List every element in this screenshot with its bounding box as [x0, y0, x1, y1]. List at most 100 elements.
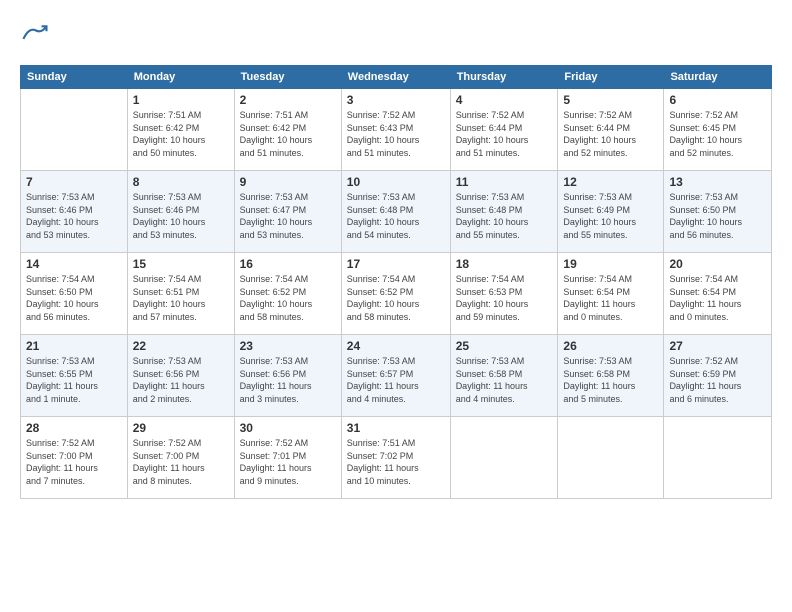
- day-info: Sunrise: 7:52 AM Sunset: 7:01 PM Dayligh…: [240, 437, 336, 487]
- day-number: 14: [26, 257, 122, 271]
- day-number: 3: [347, 93, 445, 107]
- day-info: Sunrise: 7:53 AM Sunset: 6:48 PM Dayligh…: [456, 191, 553, 241]
- day-number: 30: [240, 421, 336, 435]
- day-header-saturday: Saturday: [664, 66, 772, 89]
- page: SundayMondayTuesdayWednesdayThursdayFrid…: [0, 0, 792, 612]
- logo-icon: [22, 20, 50, 48]
- calendar-cell: 14 Sunrise: 7:54 AM Sunset: 6:50 PM Dayli…: [21, 253, 128, 335]
- day-info: Sunrise: 7:52 AM Sunset: 6:44 PM Dayligh…: [456, 109, 553, 159]
- calendar-week-row: 28 Sunrise: 7:52 AM Sunset: 7:00 PM Dayli…: [21, 417, 772, 499]
- day-number: 10: [347, 175, 445, 189]
- calendar-cell: 19Sunrise: 7:54 AM Sunset: 6:54 PM Dayli…: [558, 253, 664, 335]
- day-info: Sunrise: 7:54 AM Sunset: 6:52 PM Dayligh…: [347, 273, 445, 323]
- day-info: Sunrise: 7:52 AM Sunset: 7:00 PM Dayligh…: [26, 437, 122, 487]
- day-number: 21: [26, 339, 122, 353]
- calendar-cell: 12Sunrise: 7:53 AM Sunset: 6:49 PM Dayli…: [558, 171, 664, 253]
- day-number: 18: [456, 257, 553, 271]
- calendar-header-row: SundayMondayTuesdayWednesdayThursdayFrid…: [21, 66, 772, 89]
- day-number: 11: [456, 175, 553, 189]
- day-header-friday: Friday: [558, 66, 664, 89]
- day-number: 23: [240, 339, 336, 353]
- calendar-cell: 2Sunrise: 7:51 AM Sunset: 6:42 PM Daylig…: [234, 89, 341, 171]
- calendar-cell: 4 Sunrise: 7:52 AM Sunset: 6:44 PM Daylig…: [450, 89, 558, 171]
- logo: [20, 20, 50, 53]
- calendar-cell: [664, 417, 772, 499]
- calendar-cell: 18 Sunrise: 7:54 AM Sunset: 6:53 PM Dayli…: [450, 253, 558, 335]
- calendar-week-row: 1 Sunrise: 7:51 AM Sunset: 6:42 PM Daylig…: [21, 89, 772, 171]
- day-number: 16: [240, 257, 336, 271]
- calendar-week-row: 21 Sunrise: 7:53 AM Sunset: 6:55 PM Dayli…: [21, 335, 772, 417]
- calendar-cell: 10 Sunrise: 7:53 AM Sunset: 6:48 PM Dayli…: [341, 171, 450, 253]
- day-info: Sunrise: 7:54 AM Sunset: 6:52 PM Dayligh…: [240, 273, 336, 323]
- calendar-cell: 6 Sunrise: 7:52 AM Sunset: 6:45 PM Daylig…: [664, 89, 772, 171]
- day-number: 26: [563, 339, 658, 353]
- day-number: 24: [347, 339, 445, 353]
- calendar-cell: 1 Sunrise: 7:51 AM Sunset: 6:42 PM Daylig…: [127, 89, 234, 171]
- day-number: 2: [240, 93, 336, 107]
- day-info: Sunrise: 7:51 AM Sunset: 7:02 PM Dayligh…: [347, 437, 445, 487]
- calendar-cell: 30 Sunrise: 7:52 AM Sunset: 7:01 PM Dayli…: [234, 417, 341, 499]
- calendar-cell: 3 Sunrise: 7:52 AM Sunset: 6:43 PM Daylig…: [341, 89, 450, 171]
- day-number: 9: [240, 175, 336, 189]
- calendar-cell: 16 Sunrise: 7:54 AM Sunset: 6:52 PM Dayli…: [234, 253, 341, 335]
- day-number: 15: [133, 257, 229, 271]
- day-number: 27: [669, 339, 766, 353]
- calendar-cell: 5 Sunrise: 7:52 AM Sunset: 6:44 PM Daylig…: [558, 89, 664, 171]
- day-info: Sunrise: 7:52 AM Sunset: 6:44 PM Dayligh…: [563, 109, 658, 159]
- day-number: 6: [669, 93, 766, 107]
- calendar-cell: 23 Sunrise: 7:53 AM Sunset: 6:56 PM Dayli…: [234, 335, 341, 417]
- calendar-cell: [558, 417, 664, 499]
- day-info: Sunrise: 7:52 AM Sunset: 6:43 PM Dayligh…: [347, 109, 445, 159]
- day-info: Sunrise: 7:53 AM Sunset: 6:47 PM Dayligh…: [240, 191, 336, 241]
- day-number: 19: [563, 257, 658, 271]
- day-info: Sunrise: 7:53 AM Sunset: 6:55 PM Dayligh…: [26, 355, 122, 405]
- calendar-cell: 26 Sunrise: 7:53 AM Sunset: 6:58 PM Dayli…: [558, 335, 664, 417]
- calendar-cell: 22 Sunrise: 7:53 AM Sunset: 6:56 PM Dayli…: [127, 335, 234, 417]
- calendar-cell: 8Sunrise: 7:53 AM Sunset: 6:46 PM Daylig…: [127, 171, 234, 253]
- day-header-monday: Monday: [127, 66, 234, 89]
- day-number: 28: [26, 421, 122, 435]
- calendar-cell: 25Sunrise: 7:53 AM Sunset: 6:58 PM Dayli…: [450, 335, 558, 417]
- day-info: Sunrise: 7:53 AM Sunset: 6:58 PM Dayligh…: [563, 355, 658, 405]
- day-info: Sunrise: 7:53 AM Sunset: 6:56 PM Dayligh…: [133, 355, 229, 405]
- day-info: Sunrise: 7:53 AM Sunset: 6:56 PM Dayligh…: [240, 355, 336, 405]
- calendar-cell: 28 Sunrise: 7:52 AM Sunset: 7:00 PM Dayli…: [21, 417, 128, 499]
- calendar-week-row: 7 Sunrise: 7:53 AM Sunset: 6:46 PM Daylig…: [21, 171, 772, 253]
- day-number: 20: [669, 257, 766, 271]
- calendar-cell: 21 Sunrise: 7:53 AM Sunset: 6:55 PM Dayli…: [21, 335, 128, 417]
- day-info: Sunrise: 7:52 AM Sunset: 6:45 PM Dayligh…: [669, 109, 766, 159]
- calendar-cell: 13Sunrise: 7:53 AM Sunset: 6:50 PM Dayli…: [664, 171, 772, 253]
- calendar: SundayMondayTuesdayWednesdayThursdayFrid…: [20, 65, 772, 499]
- day-info: Sunrise: 7:54 AM Sunset: 6:53 PM Dayligh…: [456, 273, 553, 323]
- calendar-cell: 7 Sunrise: 7:53 AM Sunset: 6:46 PM Daylig…: [21, 171, 128, 253]
- day-number: 7: [26, 175, 122, 189]
- day-number: 1: [133, 93, 229, 107]
- day-info: Sunrise: 7:54 AM Sunset: 6:50 PM Dayligh…: [26, 273, 122, 323]
- day-header-sunday: Sunday: [21, 66, 128, 89]
- day-info: Sunrise: 7:53 AM Sunset: 6:58 PM Dayligh…: [456, 355, 553, 405]
- day-info: Sunrise: 7:53 AM Sunset: 6:57 PM Dayligh…: [347, 355, 445, 405]
- day-number: 4: [456, 93, 553, 107]
- day-info: Sunrise: 7:53 AM Sunset: 6:46 PM Dayligh…: [26, 191, 122, 241]
- day-number: 22: [133, 339, 229, 353]
- day-number: 31: [347, 421, 445, 435]
- header: [20, 20, 772, 53]
- calendar-cell: [450, 417, 558, 499]
- calendar-cell: 15 Sunrise: 7:54 AM Sunset: 6:51 PM Dayli…: [127, 253, 234, 335]
- calendar-week-row: 14 Sunrise: 7:54 AM Sunset: 6:50 PM Dayli…: [21, 253, 772, 335]
- calendar-cell: 9 Sunrise: 7:53 AM Sunset: 6:47 PM Daylig…: [234, 171, 341, 253]
- day-info: Sunrise: 7:51 AM Sunset: 6:42 PM Dayligh…: [133, 109, 229, 159]
- calendar-cell: 20Sunrise: 7:54 AM Sunset: 6:54 PM Dayli…: [664, 253, 772, 335]
- day-info: Sunrise: 7:54 AM Sunset: 6:51 PM Dayligh…: [133, 273, 229, 323]
- day-header-thursday: Thursday: [450, 66, 558, 89]
- day-number: 13: [669, 175, 766, 189]
- day-number: 29: [133, 421, 229, 435]
- day-header-tuesday: Tuesday: [234, 66, 341, 89]
- day-number: 17: [347, 257, 445, 271]
- day-info: Sunrise: 7:53 AM Sunset: 6:48 PM Dayligh…: [347, 191, 445, 241]
- day-number: 12: [563, 175, 658, 189]
- day-number: 5: [563, 93, 658, 107]
- day-number: 8: [133, 175, 229, 189]
- calendar-cell: 17 Sunrise: 7:54 AM Sunset: 6:52 PM Dayli…: [341, 253, 450, 335]
- calendar-cell: 31 Sunrise: 7:51 AM Sunset: 7:02 PM Dayli…: [341, 417, 450, 499]
